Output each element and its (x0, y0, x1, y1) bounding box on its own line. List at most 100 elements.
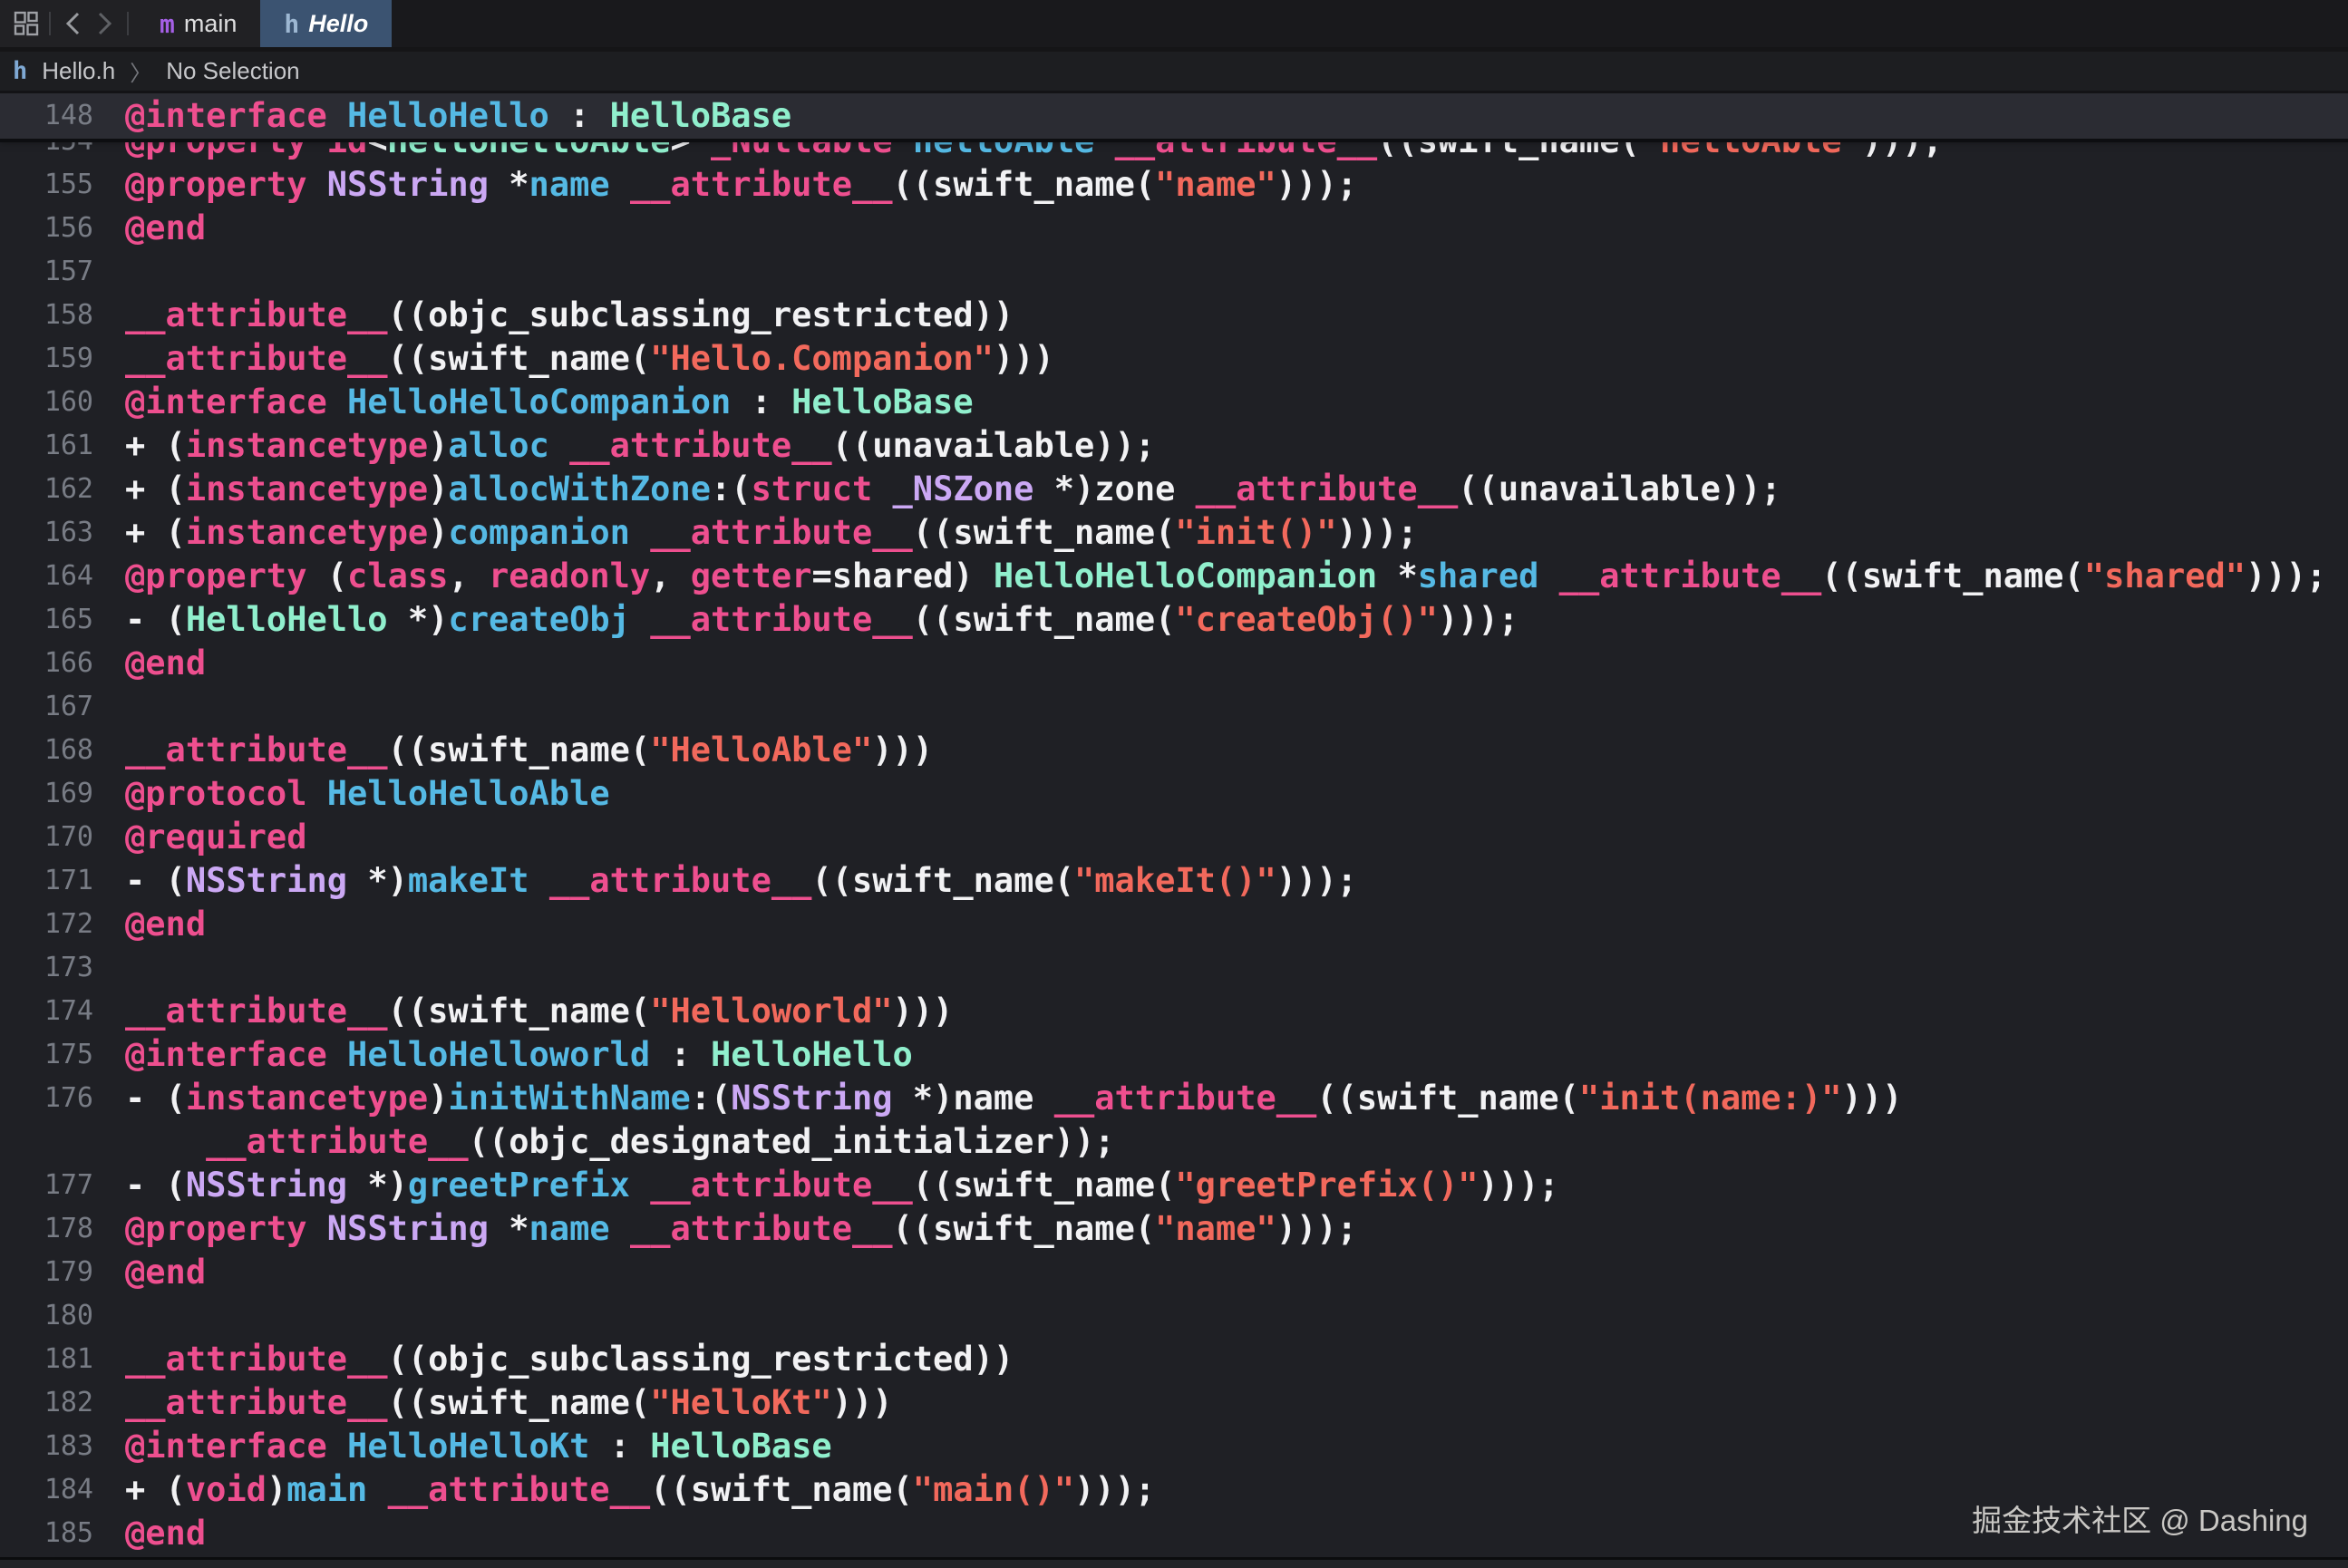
back-button[interactable] (58, 8, 89, 39)
code-token: ((unavailable)); (1458, 469, 1780, 508)
code-text: - (NSString *)greetPrefix __attribute__(… (93, 1164, 1559, 1207)
code-token (630, 1166, 650, 1205)
line-number: 166 (0, 642, 93, 685)
forward-button[interactable] (89, 8, 120, 39)
code-token: ((swift_name( (913, 600, 1176, 639)
code-token: *) (347, 1166, 408, 1205)
code-token: ((objc_subclassing_restricted)) (388, 295, 1014, 334)
code-text: @end (93, 642, 206, 685)
code-line: 164@property (class, readonly, getter=sh… (0, 555, 2348, 598)
tab-main[interactable]: m main (136, 0, 260, 47)
code-token: ) (428, 469, 448, 508)
code-text: @end (93, 1251, 206, 1294)
code-text: __attribute__((swift_name("Helloworld"))… (93, 990, 953, 1033)
code-token: @property (125, 165, 306, 204)
code-line: 180 (0, 1294, 2348, 1338)
line-number: 175 (0, 1033, 93, 1077)
code-token: __attribute__ (206, 1122, 469, 1161)
code-text: @interface HelloHelloKt : HelloBase (93, 1425, 832, 1468)
code-token: ((objc_designated_initializer)); (469, 1122, 1115, 1161)
code-token: __attribute__ (569, 426, 832, 465)
code-text (93, 685, 125, 729)
code-token: id (327, 142, 368, 160)
code-token: ))); (1862, 142, 1943, 160)
jump-bar: h Hello.h 〉 No Selection (0, 52, 2348, 91)
code-token (327, 1427, 347, 1466)
code-token: ))); (1438, 600, 1518, 639)
code-line: 170@required (0, 816, 2348, 859)
related-items-icon[interactable] (11, 8, 42, 39)
code-token (327, 96, 347, 135)
code-text: @end (93, 207, 206, 250)
toolbar-separator (49, 12, 51, 35)
code-token: HelloHello (711, 1035, 913, 1074)
line-number: 161 (0, 424, 93, 468)
code-text: + (instancetype)alloc __attribute__((una… (93, 424, 1155, 468)
code-token: HelloBase (791, 382, 973, 421)
code-line: 183@interface HelloHelloKt : HelloBase (0, 1425, 2348, 1468)
code-token: _Nullable (711, 142, 892, 160)
tab-hello[interactable]: h Hello (260, 0, 392, 47)
code-token (367, 1470, 387, 1509)
code-token: ((swift_name( (650, 1470, 913, 1509)
code-text (93, 1294, 125, 1338)
code-text (93, 946, 125, 990)
code-line: 165- (HelloHello *)createObj __attribute… (0, 598, 2348, 642)
line-number (0, 1120, 93, 1164)
code-token: ) (428, 513, 448, 552)
code-line: 155@property NSString *name __attribute_… (0, 163, 2348, 207)
h-file-icon: h (284, 9, 299, 39)
code-token: __attribute__ (1115, 142, 1378, 160)
code-token: @end (125, 644, 206, 682)
code-token: ((swift_name( (1377, 142, 1640, 160)
code-token: ))); (1276, 165, 1357, 204)
line-number: 156 (0, 207, 93, 250)
code-token: struct (752, 469, 873, 508)
code-token: , (650, 557, 691, 595)
code-token (306, 142, 326, 160)
code-token: createObj (448, 600, 629, 639)
code-text: + (instancetype)allocWithZone:(struct _N… (93, 468, 1781, 511)
code-text: + (instancetype)companion __attribute__(… (93, 511, 1418, 555)
code-line: __attribute__((objc_designated_initializ… (0, 1120, 2348, 1164)
code-token: "main()" (913, 1470, 1074, 1509)
breadcrumb-file[interactable]: Hello.h (42, 57, 115, 85)
code-token: + ( (125, 1470, 186, 1509)
line-number: 177 (0, 1164, 93, 1207)
code-token: __attribute__ (630, 1209, 893, 1248)
code-editor[interactable]: 148@interface HelloHello : HelloBase 154… (0, 93, 2348, 1568)
code-line: 171- (NSString *)makeIt __attribute__((s… (0, 859, 2348, 903)
code-text: @protocol HelloHelloAble (93, 772, 610, 816)
code-token: __attribute__ (1559, 557, 1822, 595)
code-token: *) (347, 861, 408, 900)
code-token: + ( (125, 469, 186, 508)
breadcrumb-selection[interactable]: No Selection (166, 57, 299, 85)
line-number: 168 (0, 729, 93, 772)
code-token: __attribute__ (125, 295, 388, 334)
code-token: instancetype (186, 469, 428, 508)
code-token: "greetPrefix()" (1175, 1166, 1478, 1205)
code-token: ))); (1276, 1209, 1357, 1248)
code-token: < (367, 142, 387, 160)
code-token: "createObj()" (1175, 600, 1438, 639)
code-line: 169@protocol HelloHelloAble (0, 772, 2348, 816)
code-token: instancetype (186, 1079, 428, 1118)
code-token: :( (711, 469, 752, 508)
line-number: 148 (0, 93, 93, 139)
code-token: @end (125, 1253, 206, 1292)
code-token: @interface (125, 96, 327, 135)
code-token: @interface (125, 1427, 327, 1466)
code-token: __attribute__ (125, 339, 388, 378)
code-token: HelloHelloCompanion (347, 382, 731, 421)
code-token: @property (125, 142, 306, 160)
code-token: *) (388, 600, 449, 639)
code-token: - ( (125, 1079, 186, 1118)
code-line: 181__attribute__((objc_subclassing_restr… (0, 1338, 2348, 1381)
code-text: __attribute__((objc_designated_initializ… (93, 1120, 1115, 1164)
code-token: HelloHelloCompanion (994, 557, 1377, 595)
code-token: "helloAble" (1640, 142, 1862, 160)
line-number: 185 (0, 1512, 93, 1555)
line-number: 159 (0, 337, 93, 381)
code-line: 163+ (instancetype)companion __attribute… (0, 511, 2348, 555)
code-token: * (489, 1209, 529, 1248)
